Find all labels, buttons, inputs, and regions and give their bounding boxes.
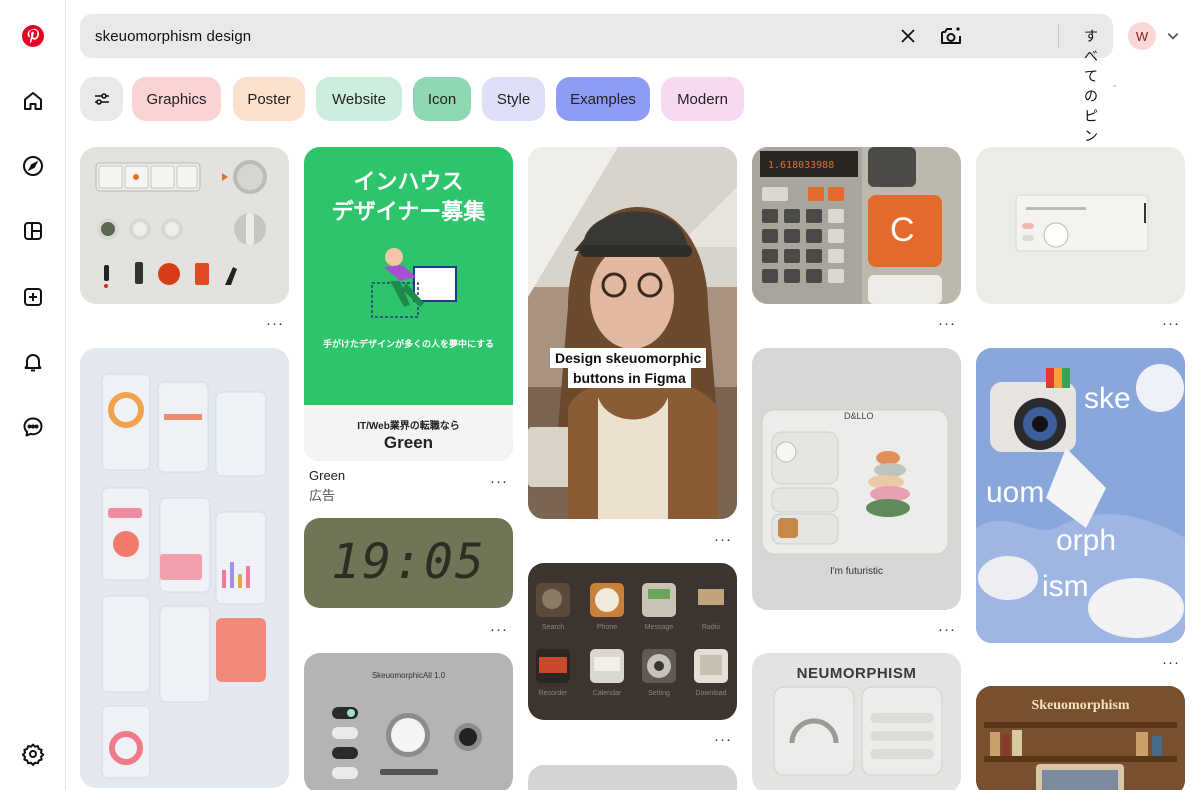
create-icon[interactable] — [9, 273, 57, 321]
chip-style[interactable]: Style — [482, 77, 545, 121]
pin-scope-dropdown[interactable]: すべてのピン — [1084, 26, 1116, 146]
search-input[interactable]: skeuomorphism design — [95, 28, 251, 45]
ad-headline-line2: デザイナー募集 — [331, 199, 486, 224]
calc-display: 1.618033988 — [768, 160, 835, 171]
chip-graphics[interactable]: Graphics — [132, 77, 221, 121]
pin-neumorphic-app-screens[interactable] — [80, 348, 289, 788]
filter-button[interactable] — [80, 77, 123, 121]
chip-label: Examples — [570, 90, 636, 108]
pin-audio-plugin[interactable]: SkeuomorphicAll 1.0 — [304, 653, 513, 790]
pin-skeuo-bookshelf[interactable]: Skeuomorphism — [976, 686, 1185, 790]
chip-icon[interactable]: Icon — [413, 77, 471, 121]
futuristic-brand: D&LLO — [844, 411, 874, 421]
icon-label: Phone — [596, 624, 618, 631]
pin-audio-ui-light[interactable] — [976, 147, 1185, 304]
icon-label: Setting — [648, 690, 670, 697]
pin-partial[interactable] — [528, 765, 737, 790]
icon-label: Download — [695, 690, 727, 697]
chip-label: Website — [332, 90, 386, 108]
ad-footer-brand: Green — [383, 433, 434, 452]
pin-more-button[interactable]: ··· — [938, 622, 956, 637]
poster-word-4: ism — [1042, 570, 1089, 603]
pin-figma-video[interactable]: Design skeuomorphic buttons in Figma — [528, 147, 737, 519]
pin-image — [773, 686, 943, 776]
book-title: Skeuomorphism — [1031, 698, 1130, 713]
pin-more-button[interactable]: ··· — [266, 316, 284, 331]
chip-label: Icon — [427, 90, 457, 108]
home-icon[interactable] — [9, 77, 57, 125]
pin-more-button[interactable]: ··· — [1162, 316, 1180, 331]
sliders-icon — [94, 93, 109, 105]
account-chevron-down-icon[interactable] — [1166, 29, 1180, 43]
pin-skeuomorphism-poster[interactable]: ske uom orph ism — [976, 348, 1185, 643]
ad-tagline: 手がけたデザインが多くの人を夢中にする — [322, 339, 495, 349]
pin-more-button[interactable]: ··· — [490, 622, 508, 637]
calc-key: C — [890, 211, 915, 249]
ad-illustration — [371, 248, 457, 318]
chip-examples[interactable]: Examples — [556, 77, 650, 121]
ad-footer-small: IT/Web業界の転職なら — [357, 421, 460, 432]
pin-more-button[interactable]: ··· — [490, 474, 508, 489]
chip-label: Graphics — [146, 90, 207, 108]
clock-time: 19:05 — [331, 534, 486, 590]
pin-skeuo-icons[interactable]: Search Phone Message Radio Recorder Cale… — [528, 563, 737, 720]
chip-label: Poster — [247, 90, 291, 108]
icon-label: Radio — [701, 624, 721, 631]
pin-more-button[interactable]: ··· — [714, 532, 732, 547]
avatar[interactable]: W — [1128, 22, 1156, 50]
pinterest-app: skeuomorphism design すべてのピン W Graphics P… — [0, 0, 1200, 790]
ad-footer: IT/Web業界の転職なら Green — [304, 405, 513, 461]
sidebar — [0, 0, 66, 790]
pin-switches-buttons[interactable] — [80, 147, 289, 304]
icon-label: Calendar — [592, 690, 622, 697]
pin-calculator[interactable]: 1.618033988 C — [752, 147, 961, 304]
pinterest-logo-icon[interactable] — [9, 12, 57, 60]
pin-caption-title[interactable]: Green — [309, 468, 345, 483]
icon-label: Search — [541, 624, 565, 631]
pin-caption-sponsored: 広告 — [309, 488, 336, 503]
chip-label: Modern — [677, 90, 728, 108]
chip-website[interactable]: Website — [316, 77, 402, 121]
settings-icon[interactable] — [9, 730, 57, 778]
pin-lcd-clock[interactable]: 19:05 — [304, 518, 513, 608]
futuristic-caption: I'm futuristic — [829, 566, 884, 577]
pin-image — [528, 147, 737, 519]
pin-image — [101, 373, 267, 779]
clear-search-icon[interactable] — [898, 26, 918, 46]
pin-more-button[interactable]: ··· — [714, 732, 732, 747]
pin-image — [1015, 194, 1149, 252]
icon-label: Recorder — [538, 690, 568, 697]
ad-headline: インハウス デザイナー募集 — [304, 167, 513, 227]
chip-poster[interactable]: Poster — [233, 77, 305, 121]
pin-image — [95, 160, 267, 288]
chip-label: Style — [496, 90, 531, 108]
search-divider — [1058, 24, 1059, 48]
poster-word-3: orph — [1056, 524, 1117, 557]
poster-word-2: uom — [986, 476, 1045, 509]
chip-modern[interactable]: Modern — [661, 77, 744, 121]
scope-label: すべてのピン — [1084, 28, 1098, 144]
pin-ad-green[interactable]: インハウス デザイナー募集 手がけたデザインが多くの人を夢中にする IT/Web… — [304, 147, 513, 461]
poster-word-1: ske — [1084, 382, 1131, 415]
explore-icon[interactable] — [9, 142, 57, 190]
chevron-down-icon — [1113, 85, 1116, 87]
pin-image — [332, 707, 482, 779]
figma-overlay-line1: Design skeuomorphic — [550, 348, 707, 368]
visual-search-icon[interactable] — [938, 23, 964, 49]
icon-label: Message — [644, 624, 674, 631]
notifications-icon[interactable] — [9, 338, 57, 386]
pin-futuristic-ui[interactable]: D&LLO I'm futuristic — [752, 348, 961, 610]
pin-neumorphism[interactable]: NEUMORPHISM — [752, 653, 961, 790]
pin-more-button[interactable]: ··· — [1162, 655, 1180, 670]
messages-icon[interactable] — [9, 403, 57, 451]
search-bar[interactable]: skeuomorphism design すべてのピン — [80, 14, 1116, 144]
pin-more-button[interactable]: ··· — [938, 316, 956, 331]
figma-overlay-line2: buttons in Figma — [568, 368, 691, 388]
boards-icon[interactable] — [9, 207, 57, 255]
ad-headline-line1: インハウス — [353, 169, 464, 194]
